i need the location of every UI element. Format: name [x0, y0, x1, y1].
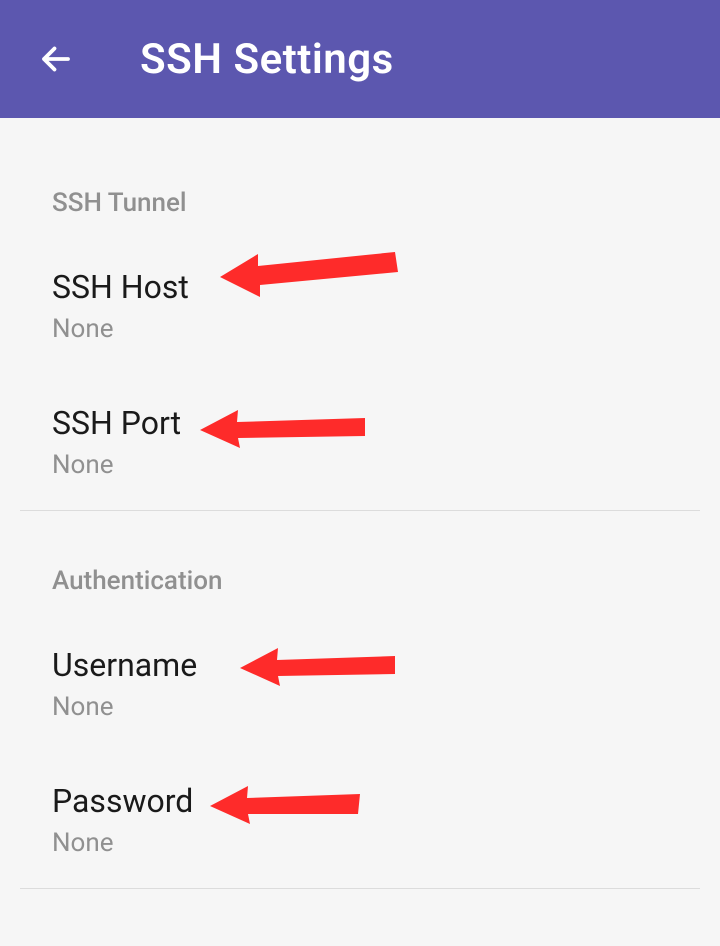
- setting-ssh-host[interactable]: SSH Host None: [0, 238, 720, 374]
- username-value: None: [52, 692, 668, 722]
- back-button[interactable]: [38, 41, 74, 77]
- ssh-host-label: SSH Host: [52, 268, 668, 306]
- ssh-port-value: None: [52, 450, 668, 480]
- ssh-host-value: None: [52, 314, 668, 344]
- username-label: Username: [52, 646, 668, 684]
- page-title: SSH Settings: [140, 35, 394, 84]
- section-header-tunnel: SSH Tunnel: [0, 118, 720, 238]
- app-header: SSH Settings: [0, 0, 720, 118]
- section-divider: [20, 888, 700, 889]
- setting-password[interactable]: Password None: [0, 752, 720, 888]
- arrow-back-icon: [38, 41, 74, 77]
- ssh-port-label: SSH Port: [52, 404, 668, 442]
- setting-ssh-port[interactable]: SSH Port None: [0, 374, 720, 510]
- section-header-auth: Authentication: [0, 511, 720, 616]
- password-label: Password: [52, 782, 668, 820]
- setting-username[interactable]: Username None: [0, 616, 720, 752]
- password-value: None: [52, 828, 668, 858]
- settings-content: SSH Tunnel SSH Host None SSH Port None A…: [0, 118, 720, 889]
